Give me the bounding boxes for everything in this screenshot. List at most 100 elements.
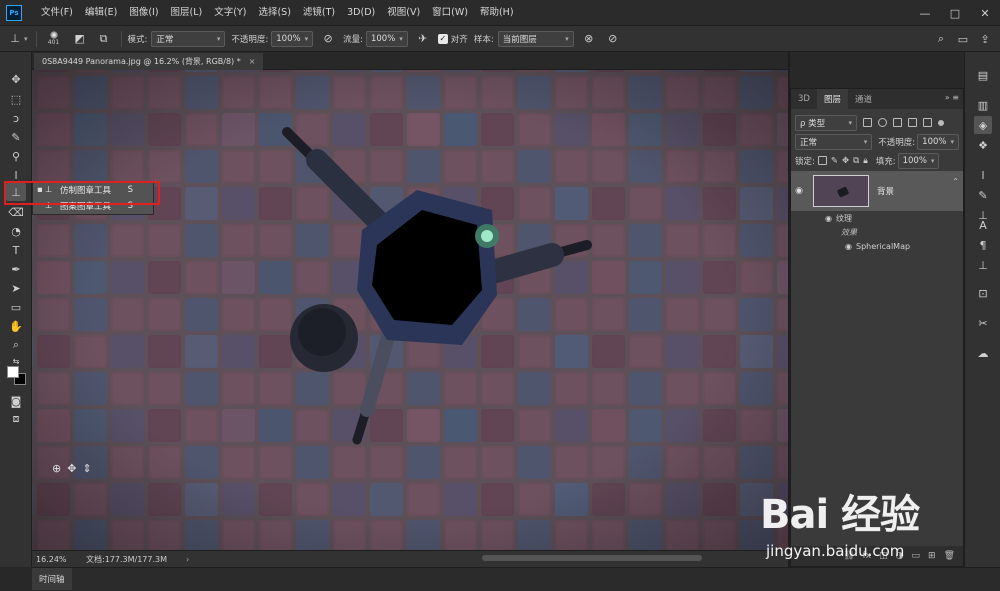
visibility-eye-icon[interactable]: ◉: [825, 214, 832, 223]
collapse-effects-icon[interactable]: ⌃: [952, 177, 959, 186]
adjustments-icon[interactable]: ⊡: [974, 284, 992, 302]
pixel-filter-icon[interactable]: [863, 118, 872, 127]
horizontal-scrollbar[interactable]: [482, 555, 702, 561]
blend-mode-dropdown[interactable]: 正常 ▾: [795, 133, 873, 150]
flow-field[interactable]: 100% ▾: [365, 30, 408, 47]
clone-source-panel-icon[interactable]: ⊥: [974, 256, 992, 274]
move-tool-icon[interactable]: ✥: [6, 70, 26, 88]
quick-select-tool-icon[interactable]: ✎: [6, 128, 26, 146]
menu-select[interactable]: 选择(S): [252, 0, 296, 26]
document-tab[interactable]: 0S8A9449 Panorama.jpg @ 16.2% (背景, RGB/8…: [34, 53, 264, 70]
tab-3d[interactable]: 3D: [791, 89, 817, 109]
pan-icon[interactable]: ✥: [67, 462, 76, 475]
pressure-size-icon[interactable]: ⊘: [604, 30, 622, 48]
menu-file[interactable]: 文件(F): [35, 0, 79, 26]
adjustment-icon[interactable]: ◑: [896, 551, 904, 561]
foreground-color[interactable]: [7, 366, 19, 378]
screen-mode-icon[interactable]: ⧈: [6, 410, 26, 428]
pressure-opacity-icon[interactable]: ⊘: [319, 30, 337, 48]
fx-icon[interactable]: fx: [863, 551, 872, 561]
layer-opacity-field[interactable]: 100% ▾: [917, 133, 959, 150]
panel-menu-icon[interactable]: » ≡: [945, 93, 959, 102]
menu-edit[interactable]: 编辑(E): [79, 0, 123, 26]
paragraph-icon[interactable]: ¶: [974, 236, 992, 254]
layer-background[interactable]: ◉ 背景 ⌃: [791, 171, 963, 211]
tab-channels[interactable]: 通道: [848, 89, 879, 109]
lasso-tool-icon[interactable]: ↄ: [6, 109, 26, 127]
menu-help[interactable]: 帮助(H): [474, 0, 520, 26]
airbrush-icon[interactable]: ✈: [414, 30, 432, 48]
texture-row[interactable]: ◉ 纹理: [791, 211, 963, 225]
properties-icon[interactable]: ✂: [974, 314, 992, 332]
character-icon[interactable]: A: [974, 216, 992, 234]
group-icon[interactable]: ▭: [912, 551, 921, 561]
dolly-icon[interactable]: ⇕: [82, 462, 91, 475]
adjustment-filter-icon[interactable]: [878, 118, 887, 127]
brush-settings-icon[interactable]: ⅼ: [974, 166, 992, 184]
aligned-checkbox[interactable]: ✓ 对齐: [437, 33, 468, 45]
brushes-icon[interactable]: ✎: [974, 186, 992, 204]
shape-filter-icon[interactable]: [908, 118, 917, 127]
filter-toggle-icon[interactable]: [938, 119, 944, 126]
lock-artboard-icon[interactable]: ⧉: [853, 156, 859, 166]
timeline-tab[interactable]: 时间轴: [32, 568, 72, 590]
pen-tool-icon[interactable]: ✒: [6, 260, 26, 278]
lock-transparent-icon[interactable]: [817, 156, 827, 165]
new-layer-icon[interactable]: ⊞: [928, 551, 936, 561]
brush-settings-icon[interactable]: ◩: [71, 30, 89, 48]
visibility-eye-icon[interactable]: ◉: [791, 186, 807, 196]
minimize-button[interactable]: —: [910, 0, 940, 26]
ignore-adjustment-layers-icon[interactable]: ⊗: [580, 30, 598, 48]
maximize-button[interactable]: □: [940, 0, 970, 26]
visibility-eye-icon[interactable]: ◉: [845, 242, 852, 251]
zoom-level[interactable]: 16.24%: [32, 555, 86, 564]
color-swatches[interactable]: [7, 366, 27, 386]
close-button[interactable]: ✕: [970, 0, 1000, 26]
close-icon[interactable]: ×: [249, 57, 256, 66]
histogram-icon[interactable]: ▤: [974, 66, 992, 84]
gradient-tool-icon[interactable]: ◔: [6, 222, 26, 240]
link-layers-icon[interactable]: ⛓: [843, 551, 854, 561]
workspace-icon[interactable]: ▭: [954, 30, 972, 48]
lock-position-icon[interactable]: ✥: [842, 156, 849, 166]
layers-panel-icon[interactable]: ◈: [974, 116, 992, 134]
path-select-tool-icon[interactable]: ➤: [6, 279, 26, 297]
document-canvas[interactable]: ⊕ ✥ ⇕: [32, 70, 788, 550]
libraries-icon[interactable]: ☁: [974, 344, 992, 362]
type-tool-icon[interactable]: T: [6, 241, 26, 259]
canvas-3d-widget[interactable]: ⊕ ✥ ⇕: [52, 462, 92, 475]
mode-dropdown[interactable]: 正常 ▾: [151, 30, 226, 47]
quick-mask-icon[interactable]: ◙: [6, 392, 26, 410]
marquee-tool-icon[interactable]: ⬚: [6, 90, 26, 108]
tool-preset-picker[interactable]: ⊥ ▾: [6, 30, 27, 48]
smart-object-filter-icon[interactable]: [923, 118, 932, 127]
menu-image[interactable]: 图像(I): [123, 0, 164, 26]
spherical-map-row[interactable]: ◉ SphericalMap: [791, 239, 963, 253]
rectangle-tool-icon[interactable]: ▭: [6, 298, 26, 316]
layer-filter-dropdown[interactable]: ρ 类型 ▾: [795, 114, 857, 131]
menu-3d[interactable]: 3D(D): [341, 0, 381, 26]
orbit-icon[interactable]: ⊕: [52, 462, 61, 475]
info-icon[interactable]: ▥: [974, 96, 992, 114]
tab-layers[interactable]: 图层: [816, 89, 848, 109]
menu-layer[interactable]: 图层(L): [165, 0, 209, 26]
sample-dropdown[interactable]: 当前图层 ▾: [497, 30, 574, 47]
menu-filter[interactable]: 滤镜(T): [297, 0, 341, 26]
search-icon[interactable]: ⌕: [932, 30, 950, 48]
menu-window[interactable]: 窗口(W): [426, 0, 474, 26]
delete-layer-icon[interactable]: 🗑︎: [944, 551, 955, 561]
channels-icon[interactable]: ❖: [974, 136, 992, 154]
mask-icon[interactable]: ◫: [879, 551, 888, 561]
menu-type[interactable]: 文字(Y): [208, 0, 252, 26]
lock-all-icon[interactable]: 🔒︎: [863, 156, 868, 166]
hand-tool-icon[interactable]: ✋: [6, 317, 26, 335]
lock-paint-icon[interactable]: ✎: [831, 156, 838, 166]
menu-view[interactable]: 视图(V): [381, 0, 426, 26]
fill-field[interactable]: 100% ▾: [897, 152, 940, 169]
share-icon[interactable]: ⇪: [976, 30, 994, 48]
type-filter-icon[interactable]: [893, 118, 902, 127]
eraser-tool-icon[interactable]: ⌫: [6, 203, 26, 221]
opacity-field[interactable]: 100% ▾: [271, 30, 314, 47]
eyedropper-tool-icon[interactable]: ⚲: [6, 147, 26, 165]
brush-preset-picker[interactable]: 401: [43, 28, 65, 50]
